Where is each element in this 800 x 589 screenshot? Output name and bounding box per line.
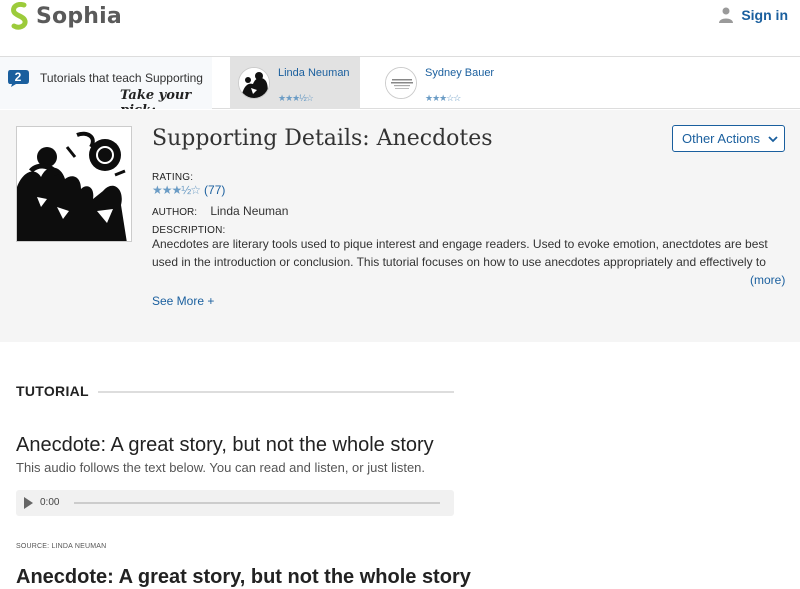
play-icon[interactable]	[24, 497, 33, 509]
tutorial-count-badge: 2	[8, 69, 30, 87]
section-divider	[98, 391, 454, 393]
sophia-logo-icon	[11, 2, 28, 30]
rating: ★★★½☆ (77)	[152, 183, 225, 197]
see-more-link[interactable]: See More +	[152, 294, 214, 308]
next-heading: Anecdote: A great story, but not the who…	[16, 566, 471, 588]
description-text: Anecdotes are literary tools used to piq…	[152, 237, 768, 269]
tutorial-count: 2	[14, 70, 22, 84]
card-rating-stars: ★★★☆☆	[425, 93, 461, 103]
tutorial-thumbnail	[238, 67, 270, 99]
audio-time: 0:00	[40, 497, 60, 508]
tutorial-card-sydney-bauer[interactable]: Sydney Bauer ★★★☆☆	[377, 57, 507, 109]
section-label: TUTORIAL	[16, 383, 89, 399]
tutorial-card-linda-neuman[interactable]: Linda Neuman ★★★½☆	[230, 57, 360, 109]
tutorials-bar: 2 Tutorials that teach Supporting Detail…	[0, 56, 800, 109]
rating-label: RATING:	[152, 172, 194, 183]
sign-in-label: Sign in	[741, 7, 788, 23]
audio-progress-track[interactable]	[74, 502, 440, 504]
tutorial-summary: Supporting Details: Anecdotes Other Acti…	[0, 110, 800, 342]
audio-player: 0:00	[16, 490, 454, 516]
tutorial-thumbnail	[385, 67, 417, 99]
tutorials-intro: 2 Tutorials that teach Supporting Detail…	[0, 57, 212, 109]
content-heading: Anecdote: A great story, but not the who…	[16, 434, 434, 456]
logo-text: Sophia	[36, 3, 122, 29]
site-header: Sophia Sign in	[0, 0, 800, 56]
person-icon	[719, 7, 734, 23]
other-actions-button[interactable]: Other Actions	[672, 125, 785, 152]
sign-in-link[interactable]: Sign in	[719, 7, 788, 23]
rating-count[interactable]: (77)	[204, 183, 225, 197]
rating-stars[interactable]: ★★★½☆	[152, 183, 201, 197]
author-row: AUTHOR: Linda Neuman	[152, 204, 288, 218]
take-your-pick-label: Take your pick:	[120, 88, 192, 109]
description-label: DESCRIPTION:	[152, 225, 226, 236]
author-name: Linda Neuman	[210, 204, 289, 218]
tutorial-title: Supporting Details: Anecdotes	[152, 126, 493, 151]
author-label: AUTHOR:	[152, 207, 197, 218]
card-author: Linda Neuman	[278, 67, 350, 79]
card-rating-stars: ★★★½☆	[278, 93, 314, 103]
tutorials-title: Tutorials that teach Supporting Details:…	[40, 71, 206, 85]
image-source: SOURCE: LINDA NEUMAN	[16, 543, 107, 550]
card-author: Sydney Bauer	[425, 67, 495, 79]
sophia-logo[interactable]: Sophia	[10, 2, 122, 30]
other-actions-label: Other Actions	[682, 131, 761, 146]
more-link[interactable]: (more)	[750, 273, 785, 287]
tutorial-image	[16, 126, 132, 242]
chevron-down-icon	[768, 135, 778, 142]
content-subheading: This audio follows the text below. You c…	[16, 460, 426, 475]
